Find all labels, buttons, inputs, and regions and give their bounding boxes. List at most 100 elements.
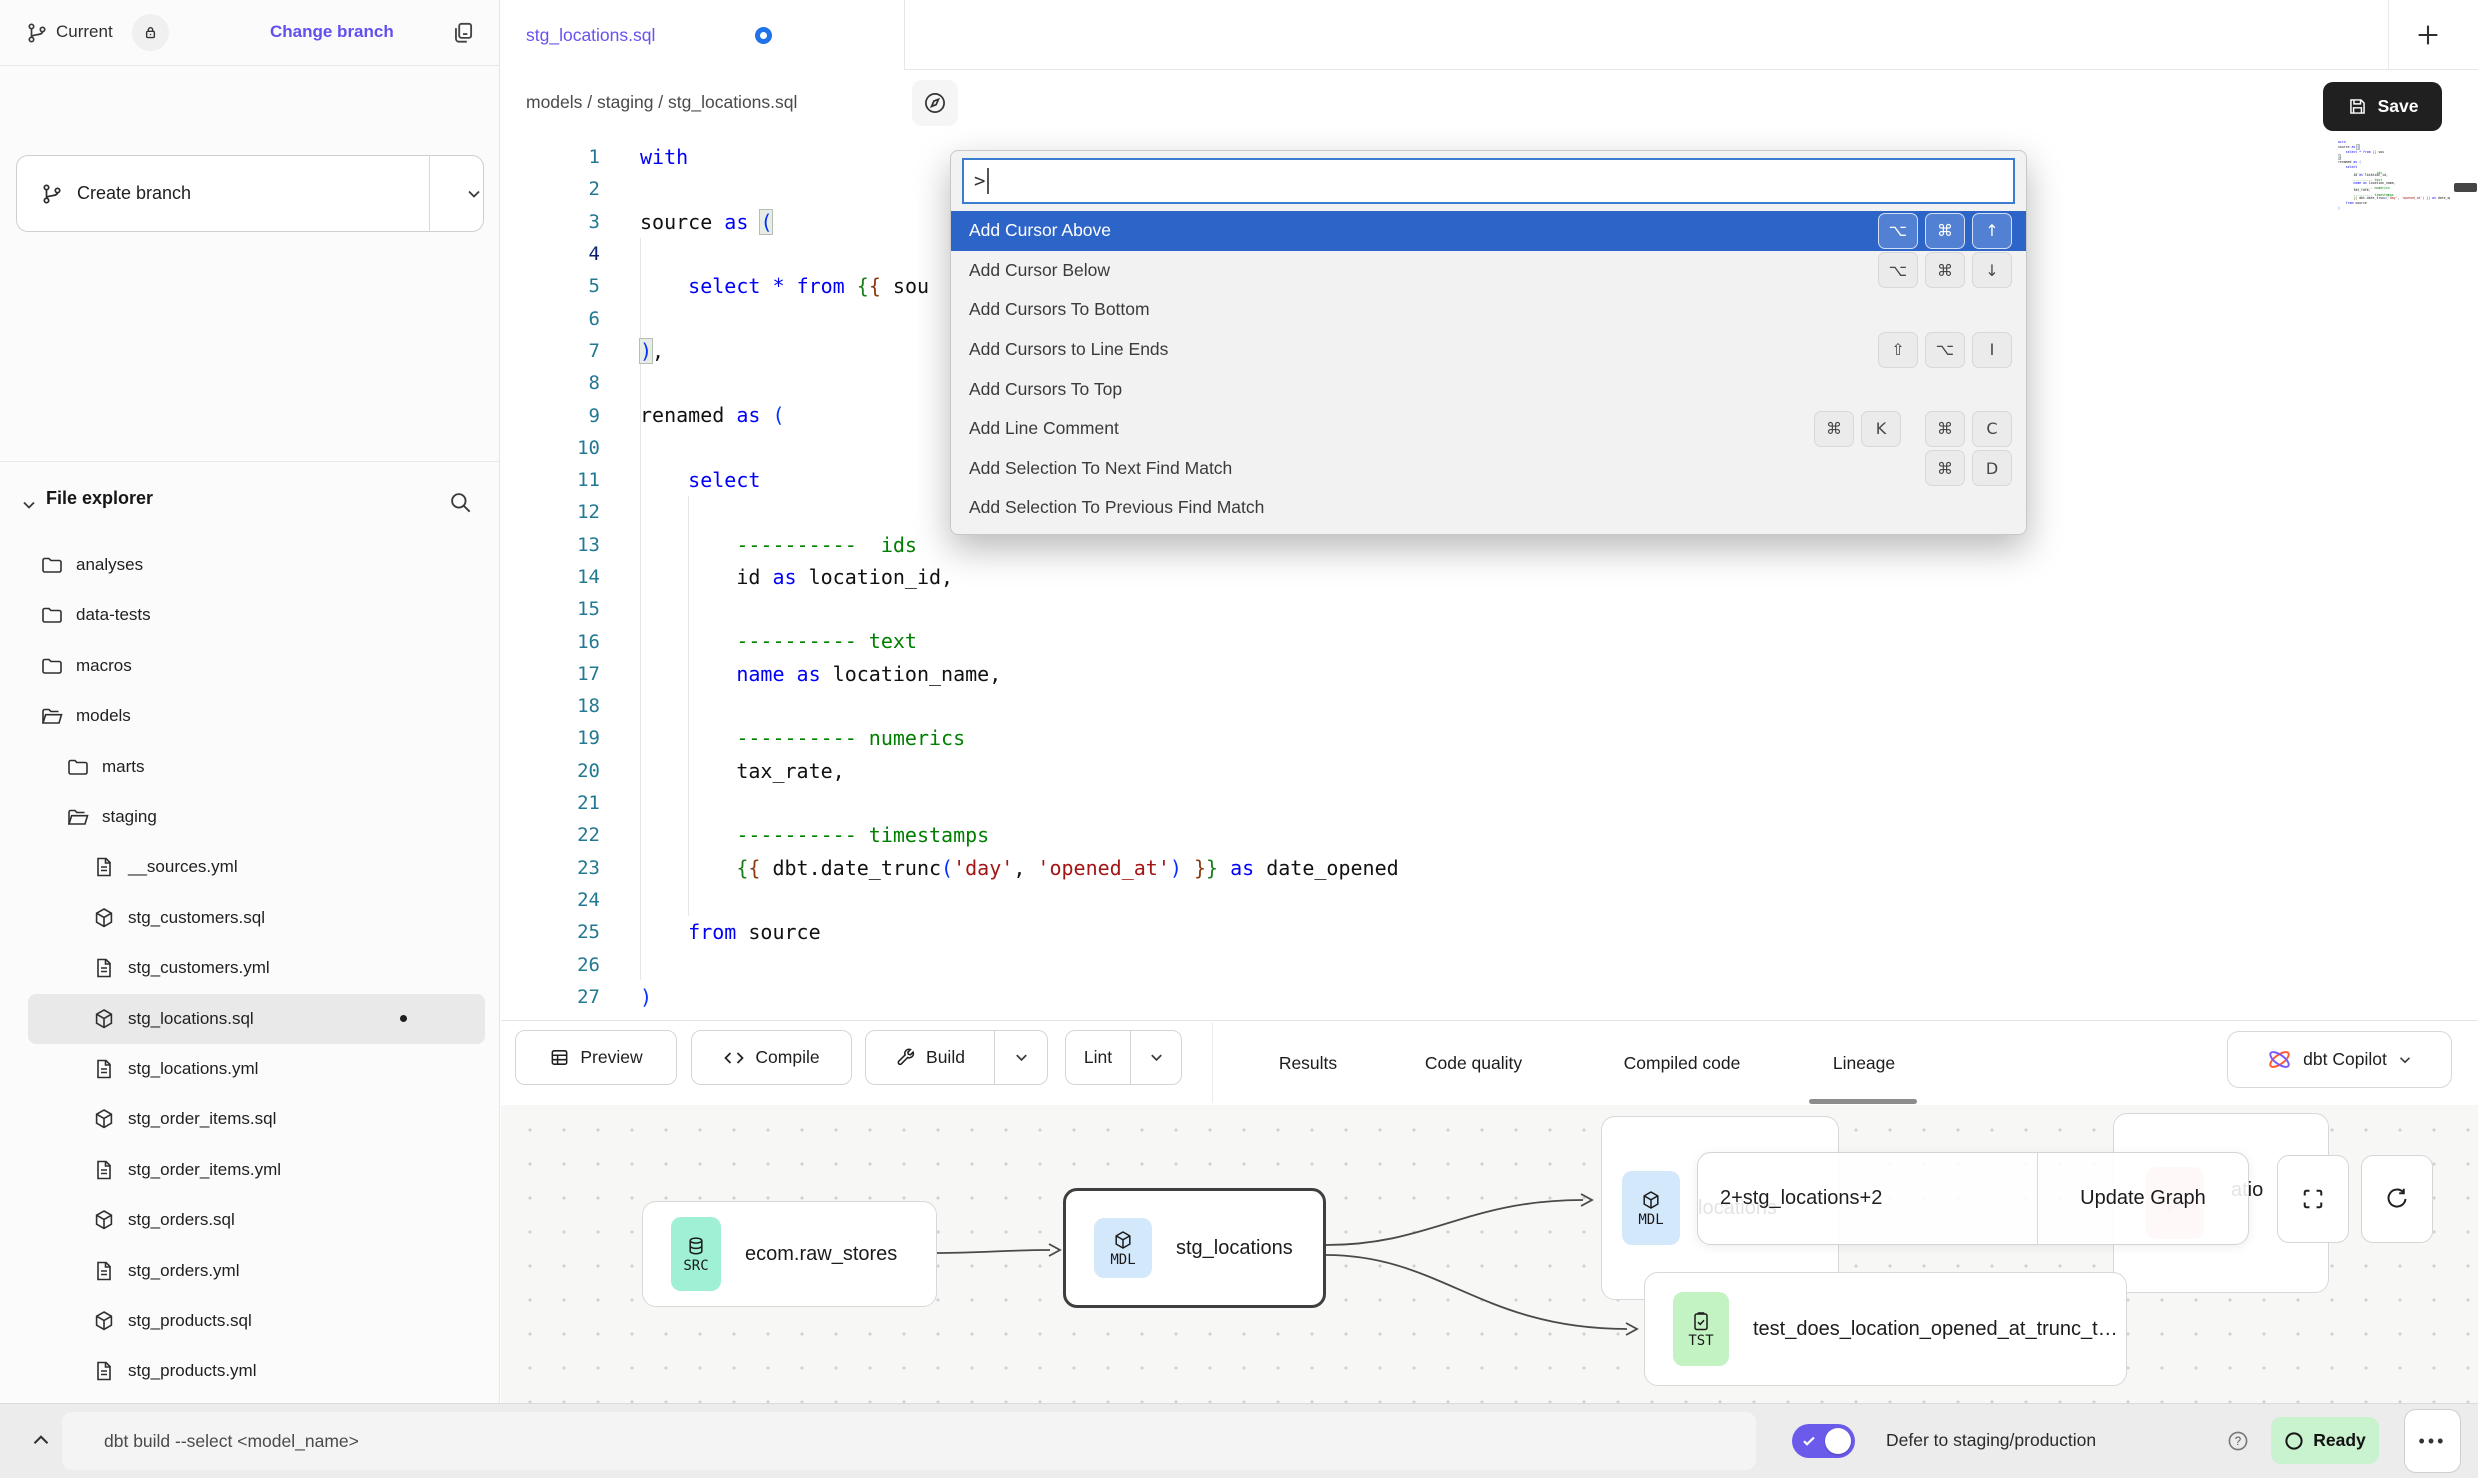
command-label: Add Cursors To Top xyxy=(969,379,1122,400)
code-line[interactable]: 15 xyxy=(501,593,2348,625)
chevron-down-icon[interactable] xyxy=(447,156,501,231)
code-line[interactable]: 22 ---------- timestamps xyxy=(501,819,2348,851)
build-dropdown-chevron[interactable] xyxy=(995,1049,1047,1066)
help-icon[interactable]: ? xyxy=(2226,1429,2250,1453)
file-tree-item[interactable]: stg_order_items.yml xyxy=(28,1145,485,1195)
file-tree-item[interactable]: stg_orders.yml xyxy=(28,1246,485,1296)
line-number: 20 xyxy=(501,760,600,782)
navigate-button[interactable] xyxy=(912,80,958,126)
search-icon[interactable] xyxy=(448,490,474,516)
fullscreen-button[interactable] xyxy=(2277,1155,2349,1243)
tab-code-quality[interactable]: Code quality xyxy=(1405,1021,1542,1105)
keycap: K xyxy=(1861,411,1901,447)
scrollbar-thumb[interactable] xyxy=(2454,183,2477,192)
preview-button[interactable]: Preview xyxy=(515,1030,677,1085)
file-tree-item[interactable]: analyses xyxy=(28,540,485,590)
create-branch-button[interactable]: Create branch xyxy=(16,155,484,232)
file-tree-item[interactable]: stg_products.yml xyxy=(28,1346,485,1396)
defer-toggle[interactable] xyxy=(1792,1424,1855,1458)
update-graph-button[interactable]: Update Graph xyxy=(2038,1153,2248,1244)
code-line[interactable]: 21 xyxy=(501,787,2348,819)
line-content: ---------- text xyxy=(640,625,917,657)
command-label: Add Cursors to Line Ends xyxy=(969,339,1168,360)
table-icon xyxy=(549,1047,570,1068)
file-name: stg_orders.sql xyxy=(128,1210,235,1230)
file-name: stg_products.sql xyxy=(128,1311,252,1331)
text-caret xyxy=(987,168,989,194)
command-item[interactable]: Add Cursor Below⌥⌘↓ xyxy=(951,251,2026,291)
code-line[interactable]: 19 ---------- numerics xyxy=(501,722,2348,754)
compile-button[interactable]: Compile xyxy=(691,1030,852,1085)
file-tree-item[interactable]: stg_customers.yml xyxy=(28,943,485,993)
file-tree-item[interactable]: marts xyxy=(28,742,485,792)
file-tree-item[interactable]: macros xyxy=(28,641,485,691)
lineage-node-source[interactable]: SRC ecom.raw_stores xyxy=(642,1201,937,1307)
code-line[interactable]: 26 xyxy=(501,948,2348,980)
divider xyxy=(429,156,430,231)
model-icon xyxy=(92,1309,116,1333)
chevron-up-icon[interactable] xyxy=(28,1427,54,1453)
command-item[interactable]: Add Selection To Next Find Match⌘D xyxy=(951,449,2026,489)
tab-stg-locations-sql[interactable]: stg_locations.sql xyxy=(500,0,905,70)
minimap[interactable]: withsource as ( select * from {{ sou),re… xyxy=(2338,141,2450,217)
sidebar: Current Change branch Version control Cr… xyxy=(0,0,500,1403)
file-tree-item[interactable]: models xyxy=(28,691,485,741)
command-item[interactable]: Add Selection To Previous Find Match xyxy=(951,488,2026,528)
command-item[interactable]: Add Cursors to Line Ends⇧⌥I xyxy=(951,330,2026,370)
file-tree-item[interactable]: stg_locations.yml xyxy=(28,1044,485,1094)
copy-icon[interactable] xyxy=(450,20,476,46)
chevron-down-icon[interactable] xyxy=(20,496,38,514)
divider xyxy=(1212,1023,1213,1103)
keycap: I xyxy=(1972,332,2012,368)
code-line[interactable]: 23 {{ dbt.date_trunc('day', 'opened_at')… xyxy=(501,852,2348,884)
refresh-button[interactable] xyxy=(2361,1155,2433,1243)
command-item[interactable]: Add Cursors To Bottom xyxy=(951,290,2026,330)
editor-tab-bar: stg_locations.sql xyxy=(500,0,2478,70)
lint-button[interactable]: Lint xyxy=(1065,1030,1182,1085)
file-tree-item[interactable]: data-tests xyxy=(28,590,485,640)
new-tab-button[interactable] xyxy=(2412,19,2444,51)
file-name: stg_customers.yml xyxy=(128,958,270,978)
folder-icon xyxy=(66,755,90,779)
code-line[interactable]: 18 xyxy=(501,690,2348,722)
file-tree-item[interactable]: __sources.yml xyxy=(28,842,485,892)
lineage-selector-input[interactable]: 2+stg_locations+2 xyxy=(1698,1153,2037,1244)
keycap: ⌘ xyxy=(1925,411,1965,447)
code-line[interactable]: 14 id as location_id, xyxy=(501,561,2348,593)
command-item[interactable]: Add Cursors To Top xyxy=(951,369,2026,409)
line-content: with xyxy=(640,141,688,173)
code-line[interactable]: 17 name as location_name, xyxy=(501,658,2348,690)
code-line[interactable]: 25 from source xyxy=(501,916,2348,948)
build-button[interactable]: Build xyxy=(865,1030,1048,1085)
lineage-node-stg-locations[interactable]: MDL stg_locations xyxy=(1063,1188,1326,1308)
code-line[interactable]: 24 xyxy=(501,884,2348,916)
command-item[interactable]: Add Cursor Above⌥⌘↑ xyxy=(951,211,2026,251)
file-name: stg_locations.yml xyxy=(128,1059,258,1079)
file-name: models xyxy=(76,706,131,726)
change-branch-link[interactable]: Change branch xyxy=(270,0,394,64)
file-tree-item[interactable]: stg_customers.sql xyxy=(28,893,485,943)
dbt-command-input[interactable]: dbt build --select <model_name> xyxy=(62,1412,1756,1470)
command-item[interactable]: Add Line Comment⌘K⌘C xyxy=(951,409,2026,449)
file-tree-item[interactable]: stg_order_items.sql xyxy=(28,1094,485,1144)
dbt-copilot-button[interactable]: dbt Copilot xyxy=(2227,1031,2452,1088)
tab-results[interactable]: Results xyxy=(1264,1021,1352,1105)
lineage-panel: SRC ecom.raw_stores MDL stg_locations MD… xyxy=(501,1105,2478,1403)
code-line[interactable]: 27) xyxy=(501,981,2348,1013)
lineage-node-test[interactable]: TST test_does_location_opened_at_trunc_t… xyxy=(1644,1272,2127,1386)
save-button[interactable]: Save xyxy=(2323,82,2442,131)
file-tree-item[interactable]: stg_orders.sql xyxy=(28,1195,485,1245)
file-tree-item[interactable]: stg_locations.sql xyxy=(28,994,485,1044)
lint-dropdown-chevron[interactable] xyxy=(1131,1049,1181,1066)
file-tree-item[interactable]: staging xyxy=(28,792,485,842)
code-line[interactable]: 16 ---------- text xyxy=(501,625,2348,657)
svg-text:?: ? xyxy=(2235,1436,2241,1448)
tab-lineage[interactable]: Lineage xyxy=(1821,1021,1907,1105)
code-line[interactable]: 20 tax_rate, xyxy=(501,755,2348,787)
keycap: ↑ xyxy=(1972,213,2012,249)
command-palette-input[interactable]: > xyxy=(962,158,2015,204)
tab-compiled-code[interactable]: Compiled code xyxy=(1601,1021,1763,1105)
line-number: 27 xyxy=(501,986,600,1008)
file-tree-item[interactable]: stg_products.sql xyxy=(28,1296,485,1346)
more-options-button[interactable]: ••• xyxy=(2404,1409,2461,1473)
